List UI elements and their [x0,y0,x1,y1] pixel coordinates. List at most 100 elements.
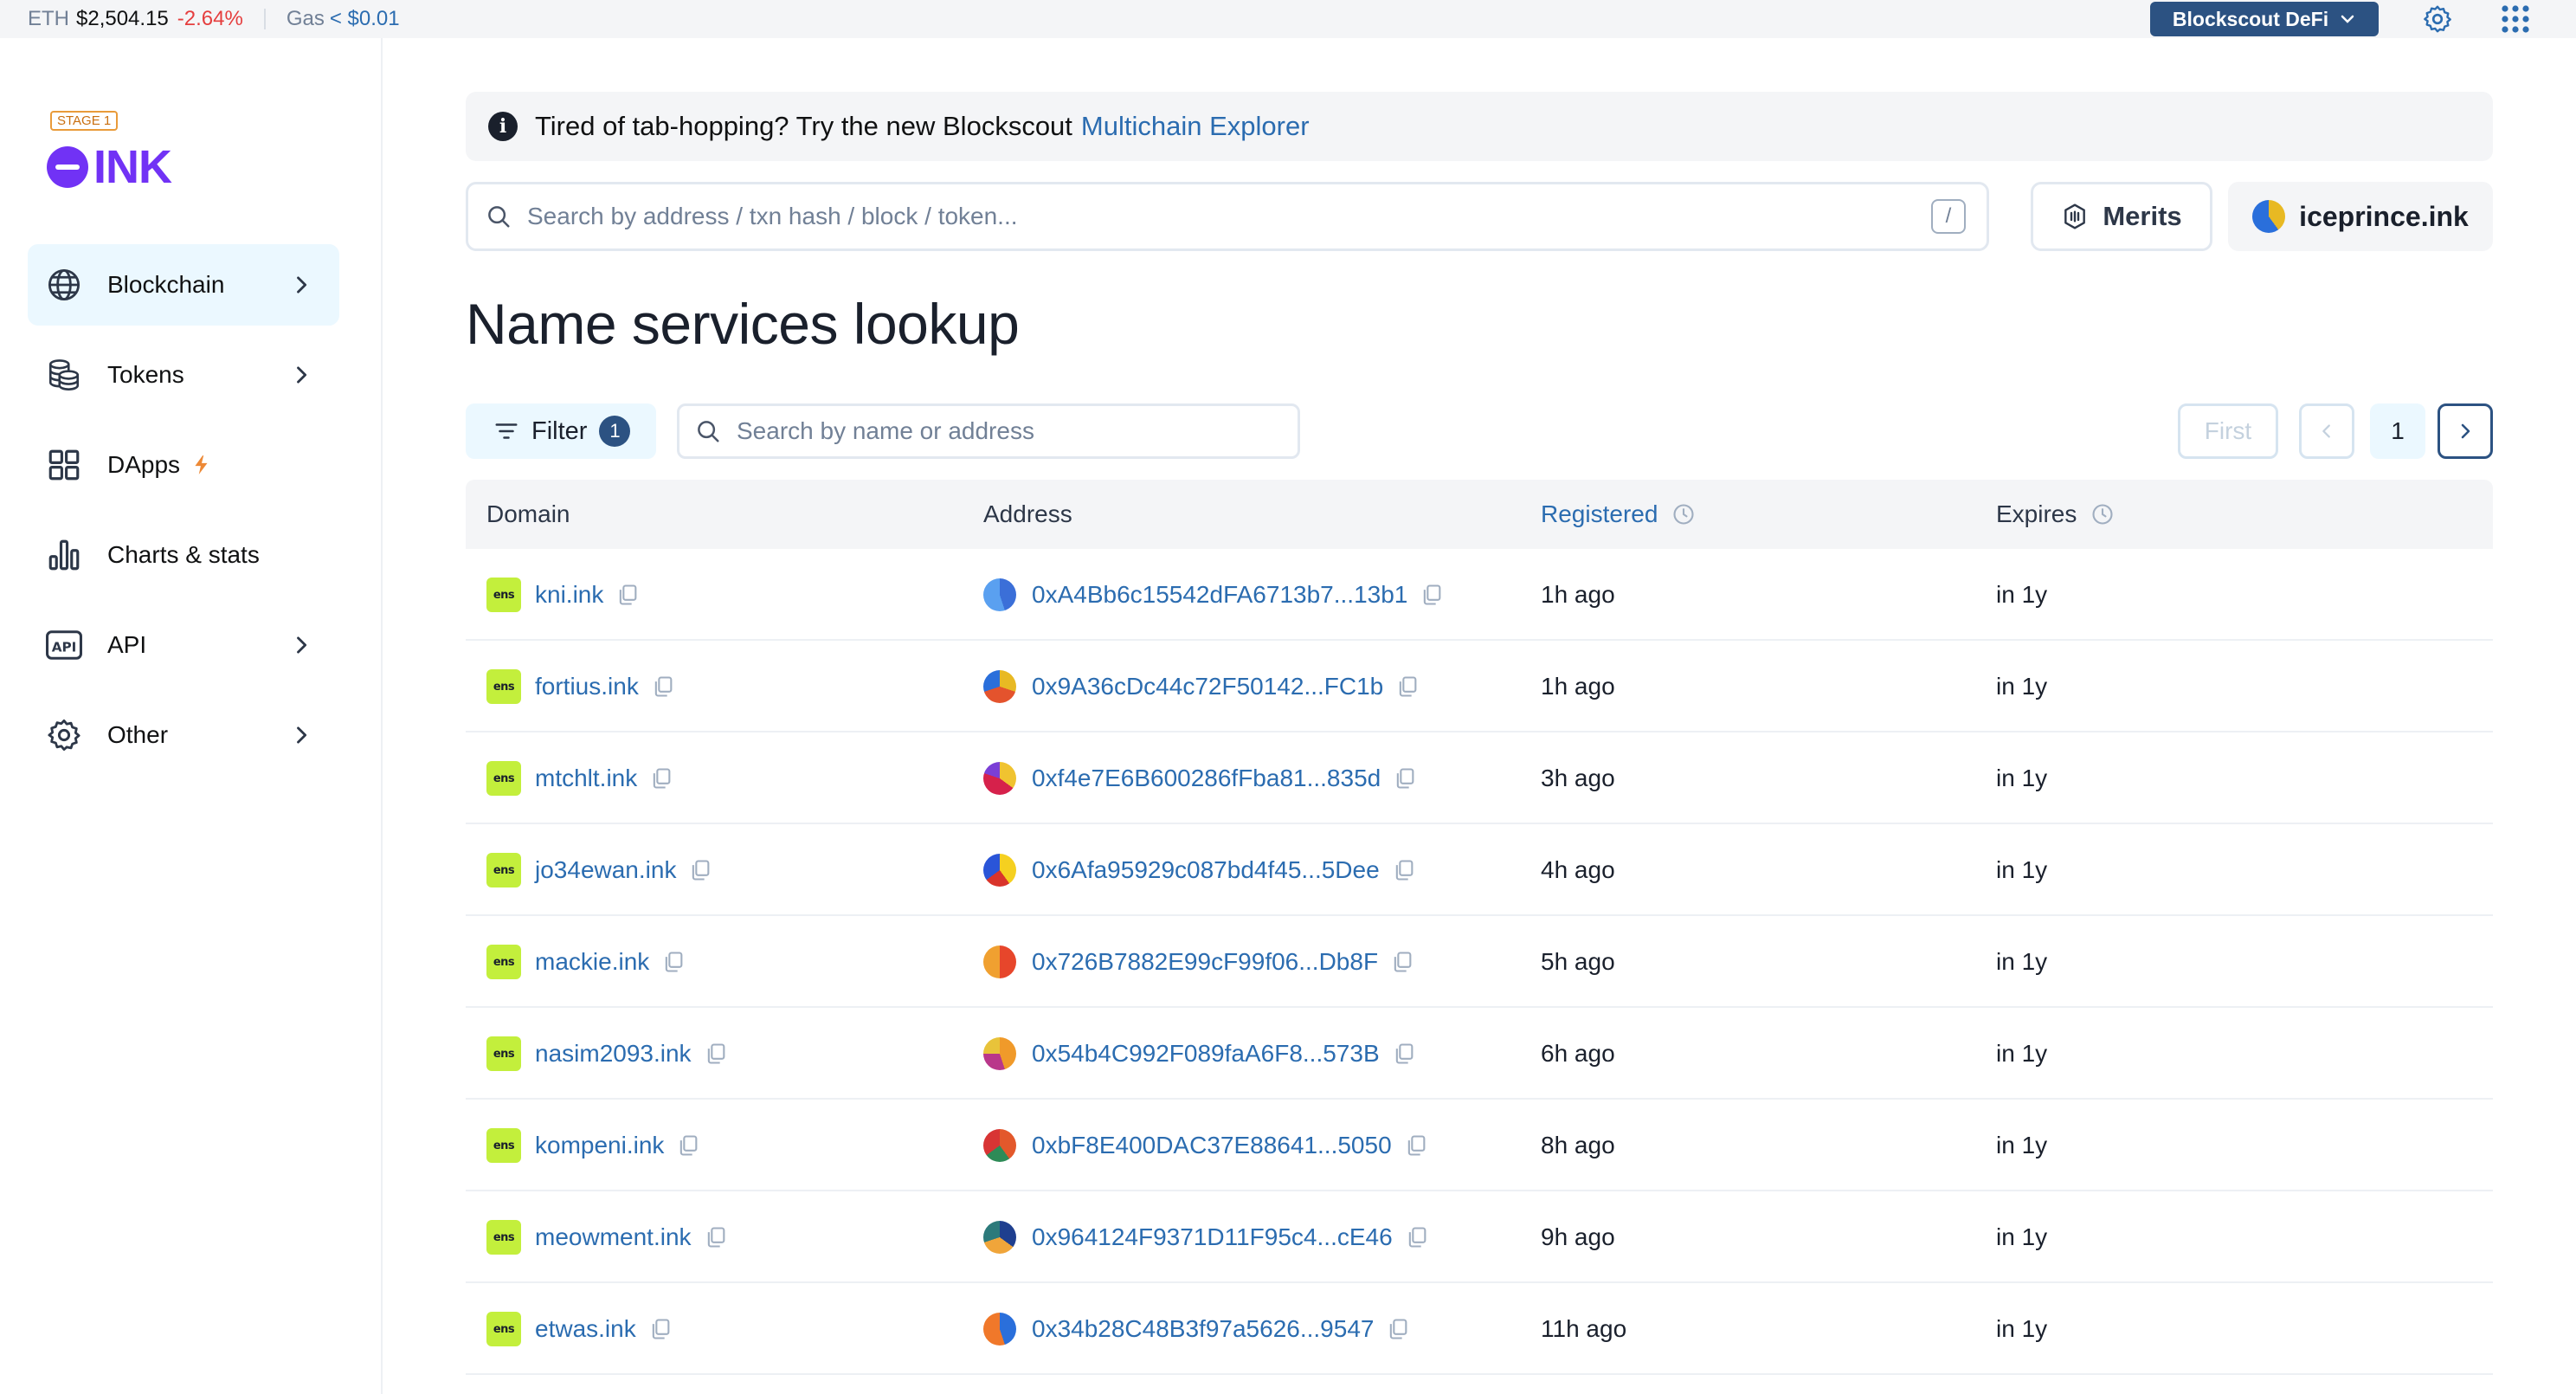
search-input[interactable] [527,203,1931,230]
registered-cell: 9h ago [1541,1223,1615,1250]
copy-icon[interactable] [676,1133,700,1158]
expires-cell: in 1y [1996,1223,2048,1250]
copy-icon[interactable] [704,1042,728,1066]
domain-link[interactable]: kni.ink [535,581,603,609]
filter-label: Filter [531,416,588,445]
registered-cell: 3h ago [1541,765,1615,791]
copy-icon[interactable] [688,858,712,882]
address-cell: 0xbF8E400DAC37E88641...5050 [983,1100,1428,1191]
domain-link[interactable]: meowment.ink [535,1223,692,1251]
sidebar-item-label: API [107,631,147,658]
address-cell: 0x9A36cDc44c72F50142...FC1b [983,641,1420,732]
address-link[interactable]: 0x726B7882E99cF99f06...Db8F [1032,948,1378,976]
lightning-icon [195,455,208,474]
column-header-expires[interactable]: Expires [1996,480,2115,549]
sidebar-item-label: Blockchain [107,271,225,298]
domain-link[interactable]: etwas.ink [535,1315,636,1343]
column-header-registered[interactable]: Registered [1541,480,1696,549]
copy-icon[interactable] [1386,1317,1410,1341]
sidebar-item-tokens[interactable]: Tokens [28,334,339,416]
domain-cell: ens meowment.ink [486,1191,728,1283]
sidebar-item-other[interactable]: Other [28,694,339,776]
address-link[interactable]: 0x964124F9371D11F95c4...cE46 [1032,1223,1393,1251]
clock-icon [1673,504,1694,525]
copy-icon[interactable] [704,1225,728,1249]
copy-icon[interactable] [1393,766,1417,791]
column-header-domain: Domain [486,500,570,527]
domain-link[interactable]: jo34ewan.ink [535,856,676,884]
address-avatar [983,1313,1016,1346]
address-cell: 0x6Afa95929c087bd4f45...5Dee [983,824,1416,916]
ens-icon: ens [486,669,521,704]
domain-link[interactable]: kompeni.ink [535,1132,664,1159]
multichain-explorer-link[interactable]: Multichain Explorer [1081,111,1310,142]
ink-logo[interactable]: INK [47,140,172,194]
table-row: ens fortius.ink 0x9A36cDc44c72F50142...FC1… [466,641,2493,732]
expires-cell: in 1y [1996,581,2048,608]
expires-cell: in 1y [1996,1132,2048,1158]
filter-button[interactable]: Filter 1 [466,403,656,459]
registered-cell: 11h ago [1541,1315,1627,1342]
address-cell: 0x964124F9371D11F95c4...cE46 [983,1191,1429,1283]
copy-icon[interactable] [661,950,686,974]
copy-icon[interactable] [1395,674,1420,699]
domain-cell: ens mtchlt.ink [486,732,673,824]
sidebar-item-api[interactable]: API API [28,604,339,686]
pagination-prev-button[interactable] [2299,403,2354,459]
domain-link[interactable]: nasim2093.ink [535,1040,692,1068]
address-cell: 0xf4e7E6B600286fFba81...835d [983,732,1417,824]
copy-icon[interactable] [1420,583,1444,607]
copy-icon[interactable] [648,1317,673,1341]
avatar [2252,200,2286,233]
sidebar-item-label: Charts & stats [107,541,260,568]
sidebar-item-charts-stats[interactable]: Charts & stats [28,514,339,596]
registered-cell: 5h ago [1541,948,1615,975]
copy-icon[interactable] [1404,1133,1428,1158]
registered-cell: 1h ago [1541,581,1615,608]
chevron-right-icon [297,636,307,654]
chevron-right-icon [2461,423,2470,439]
copy-icon[interactable] [1392,1042,1416,1066]
copy-icon[interactable] [615,583,640,607]
pagination-next-button[interactable] [2438,403,2493,459]
chevron-right-icon [297,276,307,294]
copy-icon[interactable] [1390,950,1414,974]
address-link[interactable]: 0xbF8E400DAC37E88641...5050 [1032,1132,1392,1159]
settings-gear-icon[interactable] [2422,3,2453,35]
address-link[interactable]: 0x6Afa95929c087bd4f45...5Dee [1032,856,1380,884]
domain-link[interactable]: mackie.ink [535,948,649,976]
copy-icon[interactable] [1392,858,1416,882]
address-link[interactable]: 0x9A36cDc44c72F50142...FC1b [1032,673,1383,700]
domain-link[interactable]: mtchlt.ink [535,765,637,792]
gas-label: Gas [286,7,325,30]
registered-cell: 1h ago [1541,673,1615,700]
address-link[interactable]: 0x34b28C48B3f97a5626...9547 [1032,1315,1374,1343]
address-avatar [983,1129,1016,1162]
apps-menu-icon[interactable] [2500,3,2531,35]
address-avatar [983,945,1016,978]
address-avatar [983,762,1016,795]
name-search-input[interactable] [737,417,1298,445]
domain-link[interactable]: fortius.ink [535,673,639,700]
address-link[interactable]: 0xA4Bb6c15542dFA6713b7...13b1 [1032,581,1407,609]
pagination-first-button[interactable]: First [2178,403,2278,459]
blockscout-defi-dropdown[interactable]: Blockscout DeFi [2150,2,2379,36]
sidebar-item-blockchain[interactable]: Blockchain [28,244,339,326]
copy-icon[interactable] [1405,1225,1429,1249]
bar-chart-icon [45,536,83,574]
address-avatar [983,670,1016,703]
search-icon [488,206,510,228]
api-icon: API [45,626,83,664]
filter-count-badge: 1 [599,416,631,447]
account-button[interactable]: iceprince.ink [2228,182,2493,251]
gas-value[interactable]: < $0.01 [330,7,400,31]
expires-cell: in 1y [1996,856,2048,883]
copy-icon[interactable] [651,674,675,699]
ens-icon: ens [486,761,521,796]
address-link[interactable]: 0xf4e7E6B600286fFba81...835d [1032,765,1381,792]
expires-cell: in 1y [1996,765,2048,791]
copy-icon[interactable] [649,766,673,791]
address-link[interactable]: 0x54b4C992F089faA6F8...573B [1032,1040,1380,1068]
merits-button[interactable]: Merits [2031,182,2212,251]
sidebar-item-dapps[interactable]: DApps [28,424,339,506]
